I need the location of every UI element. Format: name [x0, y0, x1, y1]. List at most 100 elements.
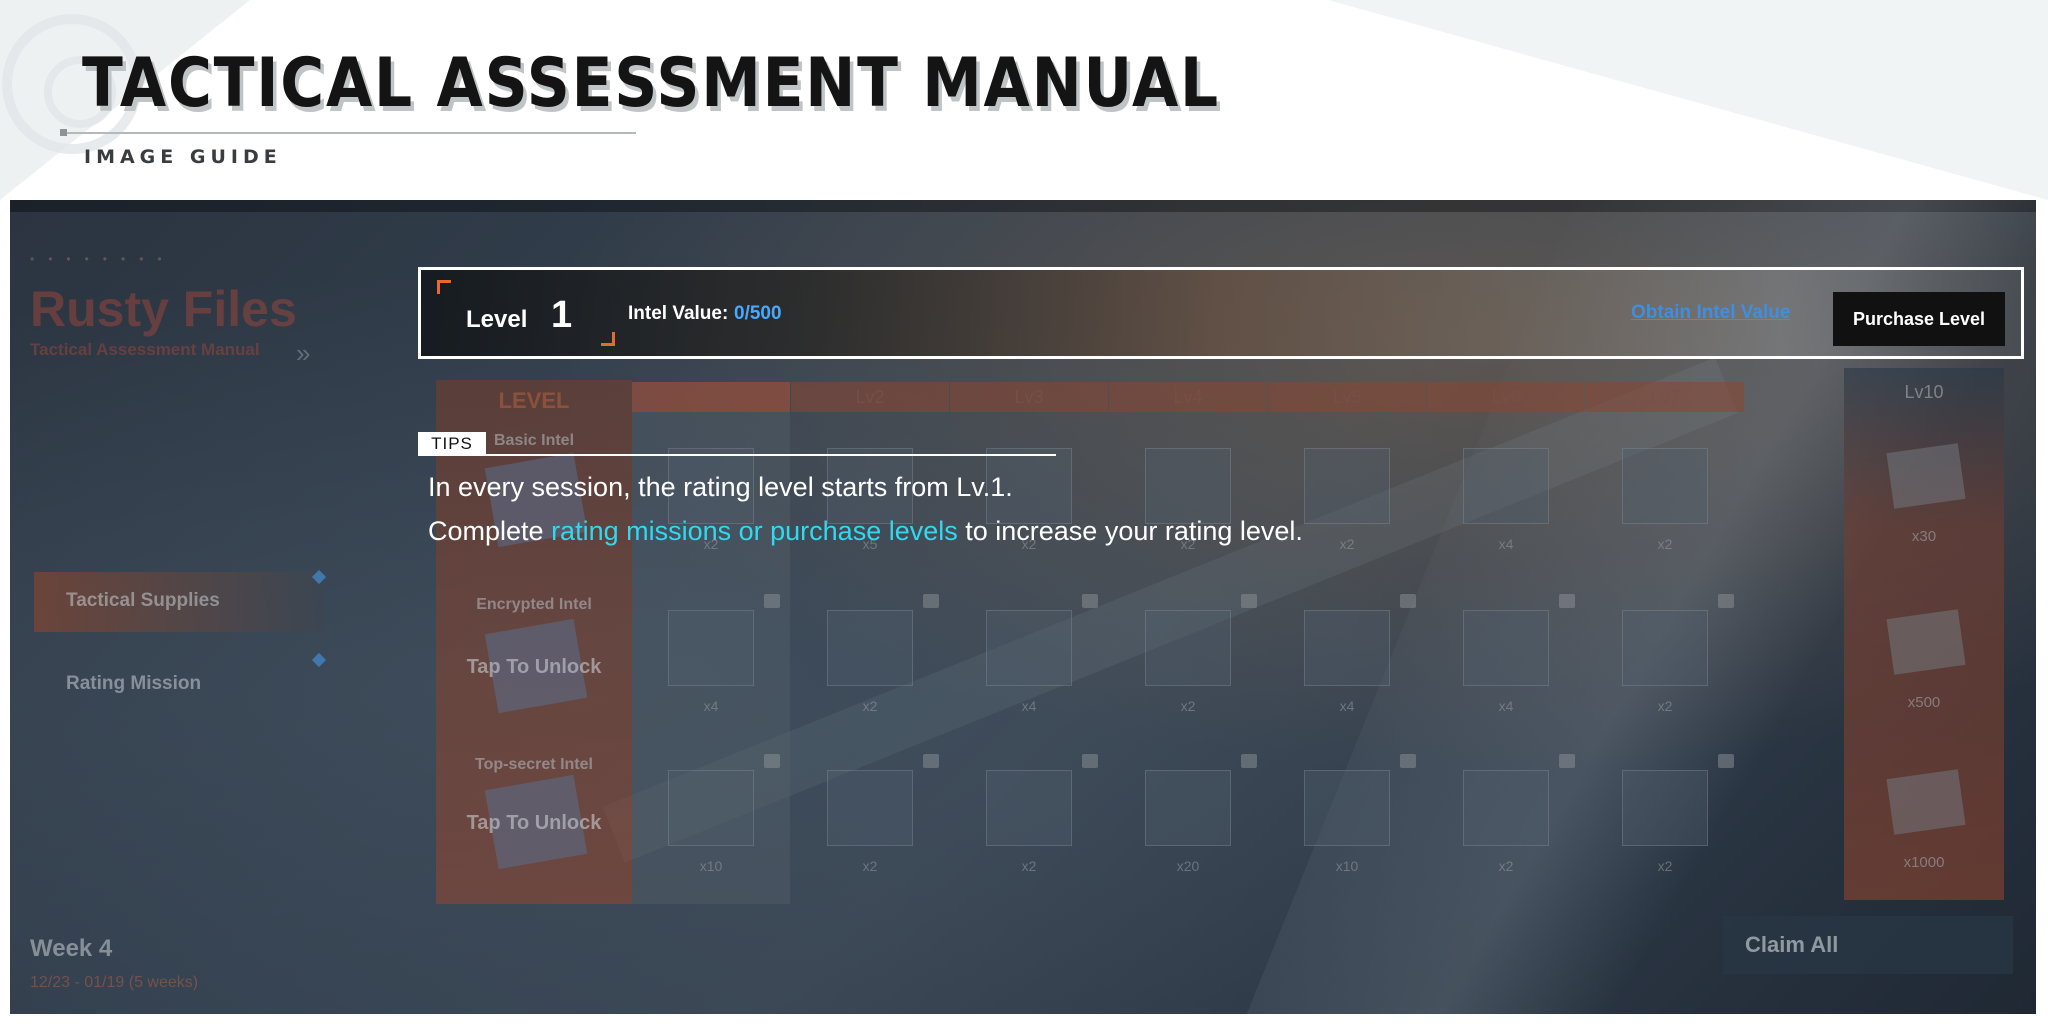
reward-quantity: x2 — [1339, 536, 1355, 552]
lock-icon — [1082, 594, 1098, 608]
purchase-level-button[interactable]: Purchase Level — [1833, 292, 2005, 346]
row-title-topsecret: Top-secret Intel — [475, 756, 593, 773]
tips-line-1: In every session, the rating level start… — [428, 472, 1013, 502]
obtain-intel-link[interactable]: Obtain Intel Value — [1631, 302, 1790, 324]
reward-item-icon[interactable] — [1886, 443, 1966, 509]
corner-bracket-icon — [601, 332, 615, 346]
tips-highlight: rating missions or purchase levels — [551, 516, 958, 546]
reward-item-cell[interactable] — [986, 770, 1072, 846]
lock-icon — [1718, 594, 1734, 608]
chevron-right-icon: » — [296, 338, 311, 368]
lock-icon — [1559, 754, 1575, 768]
corner-bracket-icon — [437, 280, 451, 294]
claim-all-button[interactable]: Claim All — [1723, 916, 2013, 974]
lock-icon — [1400, 754, 1416, 768]
lock-icon — [1559, 594, 1575, 608]
reward-quantity: x2 — [1657, 698, 1673, 714]
reward-quantity: x2 — [862, 858, 878, 874]
level-header-lv3: Lv3 — [950, 382, 1108, 412]
lock-icon — [1241, 754, 1257, 768]
reward-item-icon[interactable] — [1886, 769, 1966, 835]
lock-icon — [1241, 594, 1257, 608]
sidebar-item-rating-mission[interactable]: Rating Mission — [34, 652, 327, 715]
level-label: Level — [466, 306, 528, 333]
reward-item-cell[interactable] — [986, 610, 1072, 686]
notification-dot-icon — [311, 652, 327, 668]
reward-quantity: x4 — [1339, 698, 1355, 714]
reward-quantity: x10 — [699, 858, 723, 874]
lock-icon — [1400, 594, 1416, 608]
reward-quantity: x2 — [1657, 536, 1673, 552]
guide-title: TACTICAL ASSESSMENT MANUAL — [82, 44, 1220, 123]
lock-icon — [923, 754, 939, 768]
reward-item-cell[interactable] — [1463, 770, 1549, 846]
date-range: 12/23 - 01/19 (5 weeks) — [30, 974, 199, 991]
unlock-encrypted-button[interactable]: Tap To Unlock — [436, 656, 632, 679]
lock-icon — [923, 594, 939, 608]
final-level-column: Lv10 x30 x500 x1000 — [1844, 368, 2004, 900]
reward-item-cell[interactable] — [1622, 610, 1708, 686]
event-title: Rusty Files — [30, 281, 297, 337]
title-divider — [62, 132, 636, 134]
sidebar-item-tactical-supplies[interactable]: Tactical Supplies — [34, 569, 327, 632]
lock-icon — [764, 754, 780, 768]
reward-quantity: x4 — [1021, 698, 1037, 714]
unlock-topsecret-button[interactable]: Tap To Unlock — [436, 812, 632, 835]
reward-quantity: x1000 — [1903, 854, 1945, 871]
reward-item-cell[interactable] — [1145, 448, 1231, 524]
reward-item-cell[interactable] — [1145, 610, 1231, 686]
level-value: 1 — [551, 294, 573, 336]
level-header-lv4: Lv4 — [1109, 382, 1267, 412]
reward-quantity: x2 — [1021, 858, 1037, 874]
title-dots: •••••••• — [30, 252, 176, 266]
reward-item-icon[interactable] — [1886, 609, 1966, 675]
reward-item-cell[interactable] — [668, 610, 754, 686]
reward-quantity: x2 — [862, 698, 878, 714]
level-header-lv5: Lv5 — [1268, 382, 1426, 412]
reward-item-cell[interactable] — [1145, 770, 1231, 846]
level-header: LEVEL — [498, 388, 570, 413]
level-header-lv7: Lv7 — [1586, 382, 1744, 412]
guide-subtitle: IMAGE GUIDE — [84, 146, 282, 168]
tips-line-2-end: to increase your rating level. — [957, 516, 1303, 546]
tips-divider — [486, 454, 1056, 456]
sidebar: •••••••• Rusty Files Tactical Assessment… — [10, 200, 440, 1014]
reward-item-cell[interactable] — [1622, 448, 1708, 524]
reward-quantity: x2 — [1498, 858, 1514, 874]
row-title-encrypted: Encrypted Intel — [476, 596, 592, 613]
guide-header: TACTICAL ASSESSMENT MANUAL IMAGE GUIDE — [0, 0, 2048, 200]
level-bar: Level 1 Intel Value: 0/500 Obtain Intel … — [418, 267, 2024, 359]
game-screenshot: •••••••• Rusty Files Tactical Assessment… — [10, 200, 2036, 1014]
header-background-shape-right — [1328, 0, 2048, 200]
divider-dot — [60, 129, 67, 136]
tips-line-2-start: Complete — [428, 516, 552, 546]
week-label: Week 4 — [30, 935, 113, 962]
reward-item-cell[interactable] — [827, 610, 913, 686]
reward-quantity: x30 — [1911, 528, 1937, 545]
tips-label: TIPS — [418, 432, 486, 456]
intel-value: 0/500 — [734, 303, 782, 324]
event-subtitle: Tactical Assessment Manual — [30, 340, 260, 359]
notification-dot-icon — [311, 569, 327, 585]
reward-item-cell[interactable] — [1304, 610, 1390, 686]
reward-item-cell[interactable] — [1463, 610, 1549, 686]
sidebar-item-label: Tactical Supplies — [66, 590, 220, 611]
reward-item-cell[interactable] — [668, 770, 754, 846]
reward-item-cell[interactable] — [1304, 448, 1390, 524]
reward-quantity: x4 — [1498, 536, 1514, 552]
reward-quantity: x2 — [1657, 858, 1673, 874]
reward-item-cell[interactable] — [827, 770, 913, 846]
reward-grid: LEVEL Basic Intel Encrypted Intel Tap To… — [426, 368, 2006, 904]
intel-value-label: Intel Value: — [628, 303, 729, 324]
reward-quantity: x10 — [1335, 858, 1359, 874]
reward-item-cell[interactable] — [1622, 770, 1708, 846]
reward-quantity: x20 — [1176, 858, 1200, 874]
reward-item-cell[interactable] — [1463, 448, 1549, 524]
reward-quantity: x500 — [1907, 694, 1941, 711]
level-column: LEVEL Basic Intel Encrypted Intel Tap To… — [436, 380, 632, 904]
lock-icon — [1082, 754, 1098, 768]
level-header-lv10: Lv10 — [1904, 382, 1944, 402]
reward-item-cell[interactable] — [1304, 770, 1390, 846]
level-header-lv2: Lv2 — [791, 382, 949, 412]
reward-quantity: x4 — [703, 698, 719, 714]
